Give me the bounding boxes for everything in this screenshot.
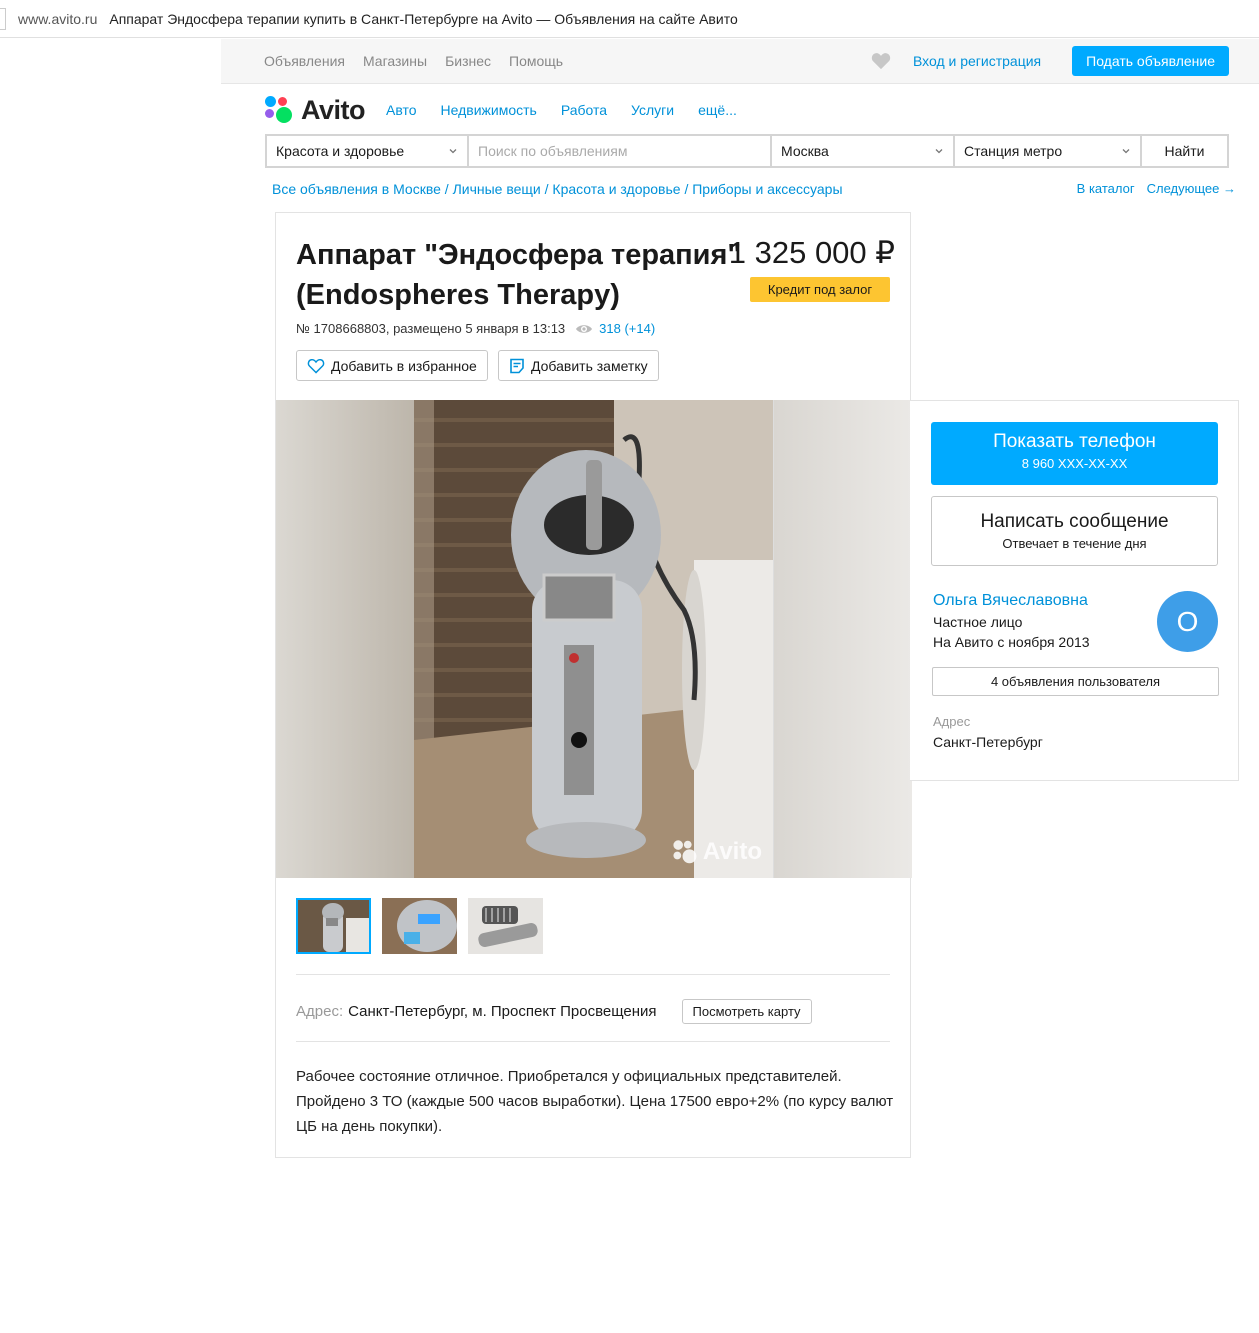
browser-domain[interactable]: www.avito.ru xyxy=(18,11,97,27)
note-icon xyxy=(510,358,524,373)
top-nav-right: Вход и регистрация Подать объявление xyxy=(871,46,1229,76)
photo-thumbnail[interactable] xyxy=(468,898,543,954)
item-meta: № 1708668803, размещено 5 января в 13:13… xyxy=(296,321,655,336)
category-link-auto[interactable]: Авто xyxy=(386,102,417,118)
nav-link-business[interactable]: Бизнес xyxy=(445,53,491,69)
eye-icon xyxy=(576,324,593,333)
category-link-jobs[interactable]: Работа xyxy=(561,102,607,118)
chevron-down-icon xyxy=(935,149,943,154)
chevron-down-icon xyxy=(449,149,457,154)
credit-badge[interactable]: Кредит под залог xyxy=(750,277,890,302)
seller-address: Санкт-Петербург xyxy=(933,734,1043,750)
to-catalog-link[interactable]: В каталог xyxy=(1077,181,1135,196)
metro-select[interactable]: Станция метро xyxy=(955,136,1140,166)
gallery-blur-right xyxy=(774,400,912,878)
add-to-favorites-label: Добавить в избранное xyxy=(331,357,477,374)
divider xyxy=(296,974,890,975)
browser-title-bar: www.avito.ru Аппарат Эндосфера терапии к… xyxy=(0,0,1259,38)
address-value: Санкт-Петербург, м. Проспект Просвещения xyxy=(348,1003,657,1020)
browser-page-title: Аппарат Эндосфера терапии купить в Санкт… xyxy=(109,10,738,27)
photo-thumbnails xyxy=(296,898,543,954)
item-number-date: № 1708668803, размещено 5 января в 13:13 xyxy=(296,321,566,336)
seller-since: На Авито с ноября 2013 xyxy=(933,634,1090,650)
avito-watermark-icon xyxy=(673,840,697,864)
show-map-button[interactable]: Посмотреть карту xyxy=(681,999,812,1024)
nav-link-shops[interactable]: Магазины xyxy=(363,53,427,69)
seller-name-link[interactable]: Ольга Вячеславовна xyxy=(933,592,1088,610)
category-select-value: Красота и здоровье xyxy=(276,143,405,159)
item-description: Рабочее состояние отличное. Приобретался… xyxy=(296,1068,894,1135)
photo-thumbnail[interactable] xyxy=(296,898,371,954)
search-input-placeholder: Поиск по объявлениям xyxy=(478,143,628,159)
category-link-services[interactable]: Услуги xyxy=(631,102,674,118)
write-message-button[interactable]: Написать сообщение Отвечает в течение дн… xyxy=(931,496,1218,566)
item-price: 1 325 000 ₽ xyxy=(728,235,895,270)
add-to-favorites-button[interactable]: Добавить в избранное xyxy=(296,350,488,381)
item-address: Адрес: Санкт-Петербург, м. Проспект Прос… xyxy=(296,999,812,1024)
tab-edge xyxy=(0,7,6,30)
find-button[interactable]: Найти xyxy=(1142,136,1227,166)
write-message-label: Написать сообщение xyxy=(980,511,1169,532)
metro-select-value: Станция метро xyxy=(964,143,1063,159)
post-ad-button[interactable]: Подать объявление xyxy=(1072,46,1229,76)
photo-thumbnail[interactable] xyxy=(382,898,457,954)
nav-link-ads[interactable]: Объявления xyxy=(264,53,345,69)
city-select[interactable]: Москва xyxy=(772,136,953,166)
address-label: Адрес: xyxy=(296,1003,344,1020)
divider xyxy=(296,1041,890,1042)
category-links: Авто Недвижимость Работа Услуги ещё... xyxy=(386,102,737,118)
avito-watermark-text: Avito xyxy=(702,838,762,865)
top-nav: Объявления Магазины Бизнес Помощь Вход и… xyxy=(221,39,1259,84)
category-link-realty[interactable]: Недвижимость xyxy=(441,102,537,118)
search-input[interactable]: Поиск по объявлениям xyxy=(469,136,770,166)
phone-number-masked: 8 960 XXX-XX-XX xyxy=(1021,456,1128,471)
chevron-down-icon xyxy=(1122,149,1130,154)
seller-address-label: Адрес xyxy=(933,714,971,729)
heart-icon xyxy=(307,358,325,374)
seller-panel: Показать телефон 8 960 XXX-XX-XX Написат… xyxy=(910,400,1239,781)
item-views-count: 318 (+14) xyxy=(599,321,656,336)
response-time: Отвечает в течение дня xyxy=(1002,536,1147,551)
top-nav-links: Объявления Магазины Бизнес Помощь xyxy=(264,53,563,69)
show-phone-button[interactable]: Показать телефон 8 960 XXX-XX-XX xyxy=(931,422,1218,485)
user-ads-button[interactable]: 4 объявления пользователя xyxy=(932,667,1219,696)
category-link-more[interactable]: ещё... xyxy=(698,102,737,118)
photo-gallery[interactable]: Avito xyxy=(276,400,912,878)
item-main-photo[interactable] xyxy=(414,400,773,878)
next-ad-link[interactable]: Следующее → xyxy=(1147,181,1236,196)
add-note-button[interactable]: Добавить заметку xyxy=(498,350,659,381)
item-card: Аппарат "Эндосфера терапия" (Endospheres… xyxy=(275,212,912,1158)
header-row: Avito Авто Недвижимость Работа Услуги ещ… xyxy=(265,92,737,128)
add-note-label: Добавить заметку xyxy=(531,357,648,374)
avito-logo-icon[interactable] xyxy=(265,95,295,125)
category-select[interactable]: Красота и здоровье xyxy=(267,136,467,166)
city-select-value: Москва xyxy=(781,143,829,159)
nav-link-help[interactable]: Помощь xyxy=(509,53,563,69)
search-bar: Красота и здоровье Поиск по объявлениям … xyxy=(265,134,1229,168)
gallery-blur-left xyxy=(276,400,414,878)
show-phone-label: Показать телефон xyxy=(993,431,1156,452)
catalog-nav: В каталог Следующее → xyxy=(1077,181,1236,196)
item-views[interactable]: 318 (+14) xyxy=(575,321,655,336)
avito-logo-text[interactable]: Avito xyxy=(301,95,366,126)
favorites-heart-icon[interactable] xyxy=(871,52,891,70)
avatar[interactable]: О xyxy=(1157,591,1218,652)
login-link[interactable]: Вход и регистрация xyxy=(913,53,1041,69)
seller-type: Частное лицо xyxy=(933,614,1023,630)
breadcrumb[interactable]: Все объявления в Москве / Личные вещи / … xyxy=(272,181,843,197)
avito-watermark: Avito xyxy=(673,838,762,866)
